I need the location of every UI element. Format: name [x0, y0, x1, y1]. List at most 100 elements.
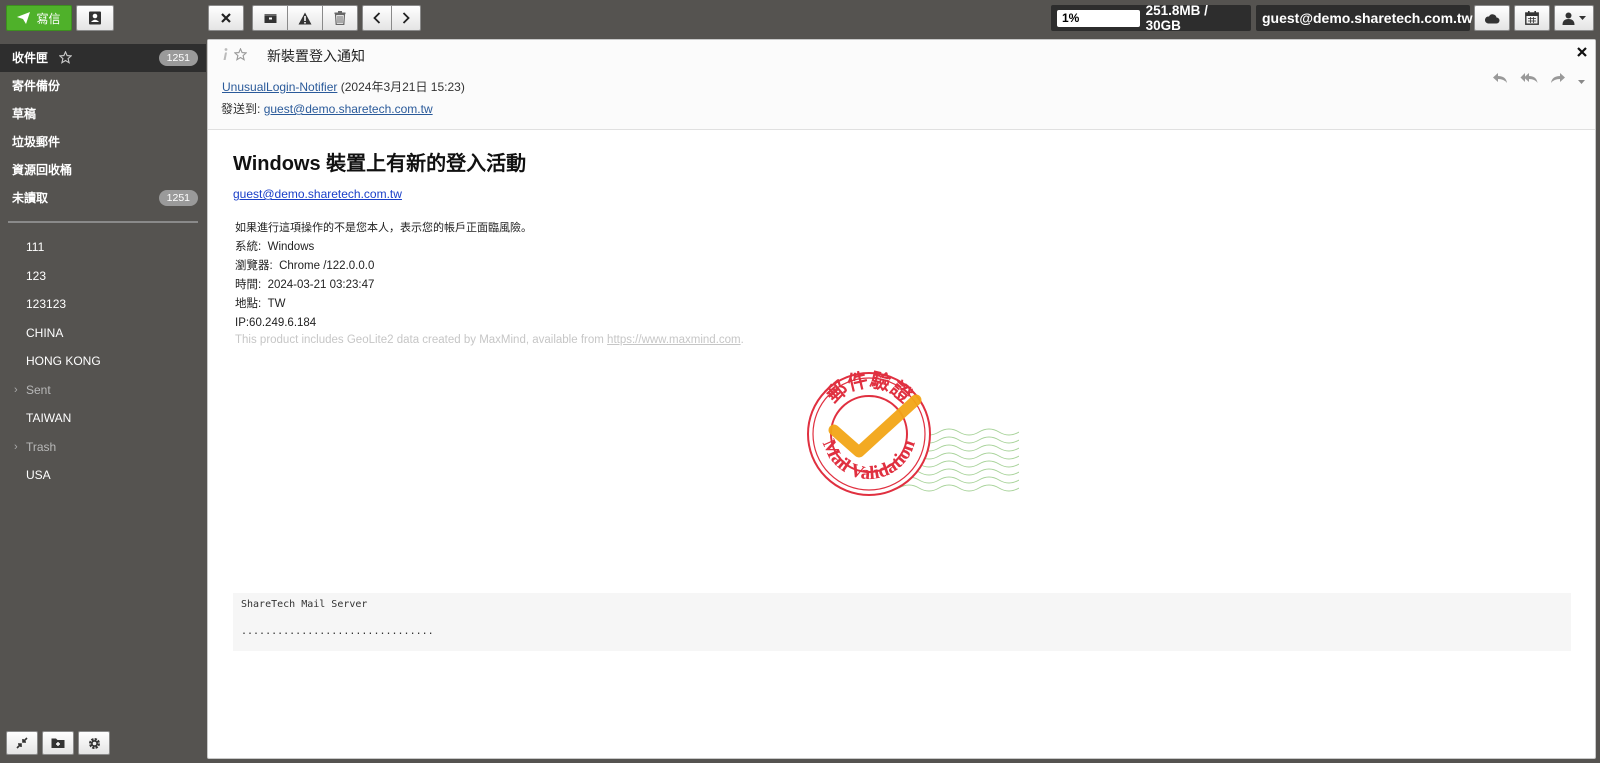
system-row: 系統: Windows — [235, 238, 1570, 257]
sender-link[interactable]: UnusualLogin-Notifier — [222, 80, 337, 94]
contacts-button[interactable] — [76, 5, 114, 31]
signature-dots: ................................ — [241, 626, 434, 637]
settings-button[interactable] — [78, 731, 110, 755]
folder-label: 123 — [26, 268, 47, 283]
star-icon[interactable] — [58, 46, 73, 74]
folder-china[interactable]: CHINA — [0, 319, 206, 348]
geolite-notice: This product includes GeoLite2 data crea… — [233, 332, 1570, 348]
gear-icon — [88, 737, 100, 749]
mail-title: Windows 裝置上有新的登入活動 — [233, 153, 527, 175]
folder-label: 垃圾郵件 — [12, 135, 61, 149]
maxmind-link[interactable]: https://www.maxmind.com — [607, 334, 741, 346]
browser-row: 瀏覽器: Chrome /122.0.0.0 — [235, 257, 1570, 276]
geolite-end: . — [740, 334, 744, 346]
recipient-link[interactable]: guest@demo.sharetech.com.tw — [264, 102, 433, 116]
folder-drafts[interactable]: 草稿 — [0, 100, 206, 128]
folder-sidebar: 收件匣 1251 寄件備份 草稿 垃圾郵件 資源回收桶 未讀取 1251 111… — [0, 44, 206, 763]
close-message-button[interactable] — [208, 5, 244, 31]
chevron-left-icon — [373, 12, 381, 24]
system-label: 系統: — [235, 241, 262, 253]
ip-row: IP:60.249.6.184 — [235, 317, 317, 329]
reply-all-icon[interactable] — [1520, 72, 1538, 87]
browser-value: Chrome /122.0.0.0 — [279, 260, 375, 272]
location-value: TW — [267, 298, 286, 310]
time-label: 時間: — [235, 279, 262, 291]
folder-label: TAIWAN — [26, 411, 72, 425]
caret-down-icon[interactable] — [1578, 73, 1585, 87]
message-action-group — [252, 5, 358, 31]
login-details: 如果進行這項操作的不是您本人，表示您的帳戶正面臨風險。 系統: Windows … — [233, 219, 1570, 332]
folder-123[interactable]: 123 — [0, 262, 206, 291]
user-menu-button[interactable] — [1554, 5, 1594, 31]
quota-usage: 251.8MB / 30GB — [1145, 3, 1208, 33]
message-date: (2024年3月21日 15:23) — [340, 80, 465, 94]
trash-icon — [334, 11, 346, 25]
unread-count-badge: 1251 — [158, 190, 198, 206]
compress-icon — [16, 737, 28, 749]
folder-junk[interactable]: 垃圾郵件 — [0, 128, 206, 156]
forward-icon[interactable] — [1550, 72, 1566, 87]
risk-warning: 如果進行這項操作的不是您本人，表示您的帳戶正面臨風險。 — [235, 222, 532, 234]
calendar-icon — [1525, 11, 1539, 25]
folder-recycle-bin[interactable]: 資源回收桶 — [0, 156, 206, 184]
navigation-group — [362, 5, 421, 31]
message-body: Windows 裝置上有新的登入活動 guest@demo.sharetech.… — [233, 130, 1571, 651]
message-header: 新裝置登入通知 UnusualLogin-Notifier (2024年3月21… — [208, 40, 1595, 130]
folder-inbox[interactable]: 收件匣 1251 — [0, 44, 206, 72]
collapse-button[interactable] — [6, 731, 38, 755]
time-value: 2024-03-21 03:23:47 — [267, 279, 375, 291]
signature-name: ShareTech Mail Server — [241, 599, 368, 610]
contacts-icon — [89, 11, 101, 25]
calendar-button[interactable] — [1514, 5, 1550, 31]
folder-sent-backup[interactable]: 寄件備份 — [0, 72, 206, 100]
folder-label: 123123 — [26, 297, 67, 311]
archive-button[interactable] — [252, 5, 288, 31]
folder-label: CHINA — [26, 325, 64, 340]
location-row: 地點: TW — [235, 295, 1570, 314]
folder-taiwan[interactable]: TAIWAN — [0, 404, 206, 433]
compose-button[interactable]: 寫信 — [6, 5, 72, 31]
next-message-button[interactable] — [391, 5, 421, 31]
account-link[interactable]: guest@demo.sharetech.com.tw — [233, 187, 402, 201]
new-folder-button[interactable] — [42, 731, 74, 755]
folder-add-icon — [51, 738, 65, 748]
sidebar-divider — [8, 221, 198, 223]
mail-validation-stamp: 郵件驗證 Mail Validation — [807, 370, 1019, 496]
spam-button[interactable] — [287, 5, 323, 31]
recipient-line: 發送到: guest@demo.sharetech.com.tw — [221, 100, 433, 117]
cloud-button[interactable] — [1474, 5, 1510, 31]
top-toolbar: 寫信 1% 251.8MB / 30GB guest@demo.sharetec… — [0, 0, 1600, 36]
folder-unread[interactable]: 未讀取 1251 — [0, 184, 206, 212]
close-icon[interactable] — [1577, 46, 1587, 60]
chevron-right-icon — [402, 12, 410, 24]
folder-usa[interactable]: USA — [0, 461, 206, 490]
star-icon[interactable] — [233, 47, 248, 64]
user-icon — [1562, 12, 1575, 25]
folder-label: HONG KONG — [26, 354, 101, 368]
quota-percent: 1% — [1057, 9, 1140, 27]
folder-111[interactable]: 111 — [0, 233, 206, 262]
folder-trash[interactable]: › Trash — [0, 433, 206, 462]
folder-sent[interactable]: › Sent — [0, 376, 206, 405]
caret-down-icon — [1579, 16, 1586, 20]
account-name: guest@demo.sharetech.com.tw — [1256, 5, 1472, 31]
folder-label: 寄件備份 — [12, 79, 61, 93]
browser-label: 瀏覽器: — [235, 260, 273, 272]
sender-line: UnusualLogin-Notifier (2024年3月21日 15:23) — [222, 78, 465, 95]
folder-label: 111 — [26, 240, 45, 254]
compose-label: 寫信 — [36, 11, 61, 26]
previous-message-button[interactable] — [362, 5, 392, 31]
reply-icon[interactable] — [1492, 72, 1508, 87]
folder-label: Trash — [26, 439, 57, 454]
folder-123123[interactable]: 123123 — [0, 290, 206, 319]
delete-button[interactable] — [322, 5, 358, 31]
folder-label: 未讀取 — [12, 191, 49, 205]
chevron-right-icon[interactable]: › — [14, 433, 18, 462]
folder-label: 資源回收桶 — [12, 163, 73, 177]
folder-label: Sent — [26, 382, 51, 397]
quota-indicator: 1% 251.8MB / 30GB — [1051, 3, 1251, 33]
warning-icon — [298, 12, 312, 24]
chevron-right-icon[interactable]: › — [14, 376, 18, 405]
folder-hong-kong[interactable]: HONG KONG — [0, 347, 206, 376]
info-icon[interactable] — [222, 48, 228, 64]
